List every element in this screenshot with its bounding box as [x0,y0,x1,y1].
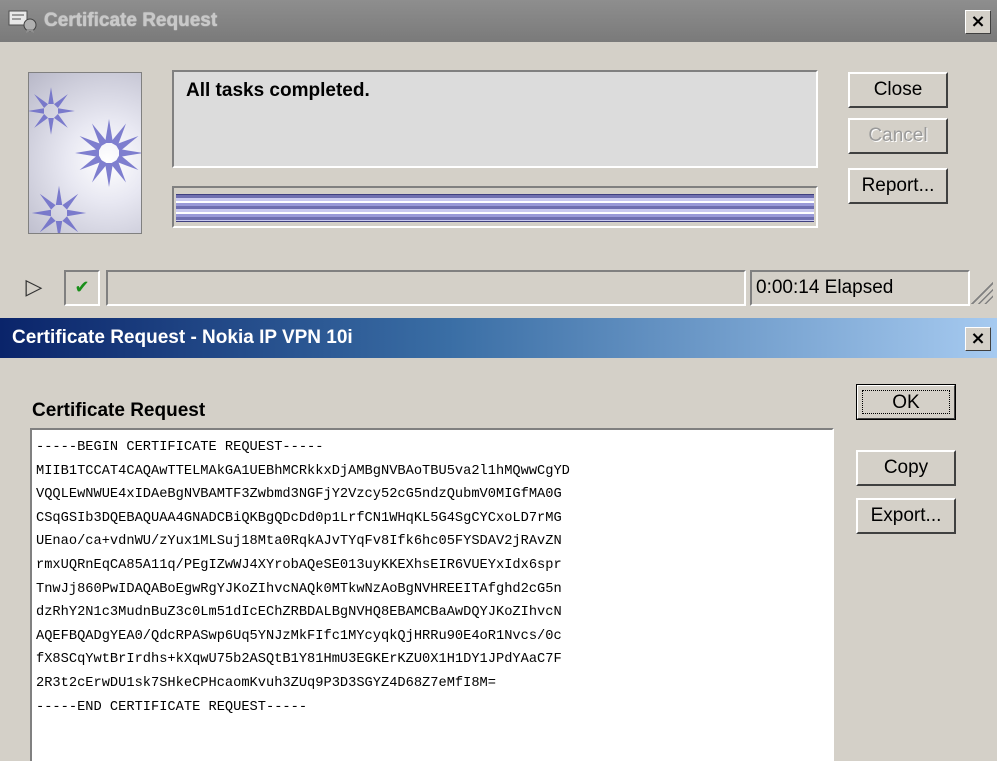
certificate-line: MIIB1TCCAT4CAQAwTTELMAkGA1UEBhMCRkkxDjAM… [36,463,570,479]
sunburst-graphic [29,87,141,233]
report-button[interactable]: Report... [848,168,948,204]
certificate-line: -----BEGIN CERTIFICATE REQUEST----- [36,440,324,455]
progress-bar [172,186,818,228]
resize-grip-icon[interactable] [971,282,993,304]
check-icon: ✔ [64,270,100,306]
certificate-line: UEnao/ca+vdnWU/zYux1MLSuj18Mta0RqkAJvTYq… [36,534,562,550]
status-message-box: All tasks completed. [172,70,818,168]
close-icon[interactable]: × [965,10,991,34]
certificate-line: VQQLEwNWUE4xIDAeBgNVBAMTF3Zwbmd3NGFjY2Vz… [36,487,562,503]
window-title: Certificate Request [44,10,218,31]
title-bar[interactable]: Certificate Request × [0,0,997,42]
certificate-line: CSqGSIb3DQEBAQUAA4GNADCBiQKBgQDcDd0p1Lrf… [36,510,562,526]
window-title: Certificate Request - Nokia IP VPN 10i [12,327,353,348]
certificate-line: rmxUQRnEqCA85A11q/PEgIZwWJ4XYrobAQeSE013… [36,557,562,573]
certificate-app-icon [8,10,37,33]
play-icon[interactable]: ▷ [18,276,50,302]
certificate-line: -----END CERTIFICATE REQUEST----- [36,699,308,715]
certificate-line: AQEFBQADgYEA0/QdcRPASwp6Uq5YNJzMkFIfc1MY… [36,628,562,644]
certificate-line: TnwJj860PwIDAQABoEgwRgYJKoZIhvcNAQk0MTkw… [36,581,562,597]
close-icon[interactable]: × [965,327,991,351]
section-label: Certificate Request [32,400,206,421]
certificate-line: fX8SCqYwtBrIrdhs+kXqwU75b2ASQtB1Y81HmU3E… [36,652,562,668]
wizard-graphic [28,72,142,234]
close-button[interactable]: Close [848,72,948,108]
status-field [106,270,746,306]
elapsed-time: 0:00:14 Elapsed [750,270,970,306]
ok-button-label: OK [862,390,950,414]
progress-fill [176,194,814,222]
cancel-button[interactable]: Cancel [848,118,948,154]
status-message: All tasks completed. [186,80,370,101]
certificate-textarea[interactable]: -----BEGIN CERTIFICATE REQUEST----- MIIB1… [30,428,834,761]
certificate-line: 2R3t2cErwDU1sk7SHkeCPHcaomKvuh3ZUq9P3D3S… [36,675,496,691]
title-bar[interactable]: Certificate Request - Nokia IP VPN 10i × [0,318,997,358]
certificate-window: Certificate Request - Nokia IP VPN 10i ×… [0,318,997,761]
copy-button[interactable]: Copy [856,450,956,486]
certificate-line: dzRhY2N1c3MudnBuZ3c0Lm51dIcEChZRBDALBgNV… [36,605,562,621]
ok-button[interactable]: OK [856,384,956,420]
progress-window: Certificate Request × All tasks complete… [0,0,997,318]
export-button[interactable]: Export... [856,498,956,534]
